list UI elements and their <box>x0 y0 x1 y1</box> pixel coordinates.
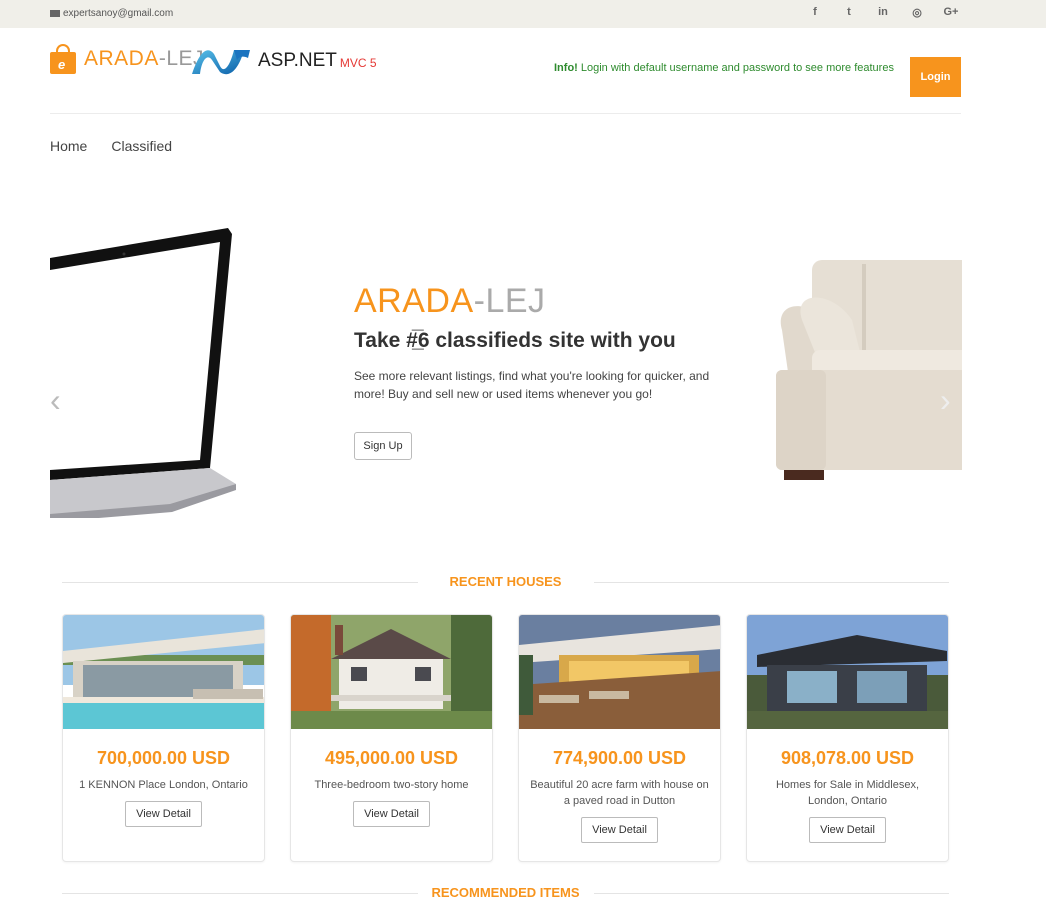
house-price: 495,000.00 USD <box>324 748 459 768</box>
house-image[interactable] <box>519 615 721 729</box>
shopping-bag-icon: e <box>50 44 76 74</box>
facebook-icon[interactable]: f <box>798 6 832 19</box>
login-button[interactable]: Login <box>910 57 961 97</box>
social-links: f t in ◎ G+ <box>798 6 968 19</box>
recent-houses-header: RECENT HOUSES <box>62 572 949 592</box>
hero-subtitle: Take #̲̅6 classifieds site with you <box>354 329 676 352</box>
login-info-message: Info! Login with default username and pa… <box>554 62 894 74</box>
house-description: 1 KENNON Place London, Ontario <box>79 779 248 791</box>
house-description: Three-bedroom two-story home <box>314 779 469 791</box>
nav-home[interactable]: Home <box>50 138 87 154</box>
recommended-items-header: RECOMMENDED ITEMS <box>62 883 949 903</box>
house-image[interactable] <box>747 615 949 729</box>
carousel-prev-icon[interactable]: ‹ <box>50 382 61 419</box>
house-price: 774,900.00 USD <box>552 748 687 768</box>
main-nav: Home Classified <box>50 138 172 154</box>
recent-houses-list: 700,000.00 USD 1 KENNON Place London, On… <box>62 614 950 862</box>
house-description: Homes for Sale in Middlesex, London, Ont… <box>775 779 920 807</box>
view-detail-button[interactable]: View Detail <box>353 801 430 827</box>
house-card: 908,078.00 USD Homes for Sale in Middles… <box>746 614 949 862</box>
twitter-icon[interactable]: t <box>832 6 866 19</box>
section-title: RECOMMENDED ITEMS <box>431 885 580 900</box>
site-logo[interactable]: e ARADA-LEJ <box>50 44 204 74</box>
hero-description: See more relevant listings, find what yo… <box>354 369 710 401</box>
hero-carousel: ARADA-LEJ Take #̲̅6 classifieds site wit… <box>50 210 962 530</box>
envelope-icon <box>50 10 60 17</box>
header-divider <box>50 113 961 114</box>
house-card: 700,000.00 USD 1 KENNON Place London, On… <box>62 614 265 862</box>
email-text: expertsanoy@gmail.com <box>63 8 174 19</box>
aspnet-mvc-logo: ASP.NET MVC 5 <box>190 46 377 76</box>
view-detail-button[interactable]: View Detail <box>125 801 202 827</box>
house-image[interactable] <box>63 615 265 729</box>
view-detail-button[interactable]: View Detail <box>581 817 658 843</box>
dribbble-icon[interactable]: ◎ <box>900 6 934 19</box>
carousel-next-icon[interactable]: › <box>940 382 951 419</box>
sofa-image <box>776 260 962 480</box>
top-bar: expertsanoy@gmail.com f t in ◎ G+ <box>0 0 1046 28</box>
house-card: 774,900.00 USD Beautiful 20 acre farm wi… <box>518 614 721 862</box>
linkedin-icon[interactable]: in <box>866 6 900 19</box>
google-plus-icon[interactable]: G+ <box>934 6 968 19</box>
hero-content: ARADA-LEJ Take #̲̅6 classifieds site wit… <box>354 282 754 403</box>
hero-title: ARADA-LEJ <box>354 282 546 320</box>
laptop-image <box>50 228 236 518</box>
house-image[interactable] <box>291 615 493 729</box>
aspnet-text: ASP.NET <box>258 50 337 71</box>
bag-letter: e <box>58 57 66 72</box>
house-price: 908,078.00 USD <box>780 748 915 768</box>
contact-email[interactable]: expertsanoy@gmail.com <box>50 8 173 19</box>
view-detail-button[interactable]: View Detail <box>809 817 886 843</box>
aspnet-wave-icon <box>192 50 250 75</box>
house-price: 700,000.00 USD <box>96 748 231 768</box>
house-description: Beautiful 20 acre farm with house on a p… <box>530 779 709 807</box>
house-card: 495,000.00 USD Three-bedroom two-story h… <box>290 614 493 862</box>
sign-up-button[interactable]: Sign Up <box>354 432 412 460</box>
mvc-version: MVC 5 <box>339 56 377 70</box>
brand-name: ARADA-LEJ <box>84 47 205 70</box>
nav-classified[interactable]: Classified <box>111 138 172 154</box>
section-title: RECENT HOUSES <box>449 574 562 589</box>
